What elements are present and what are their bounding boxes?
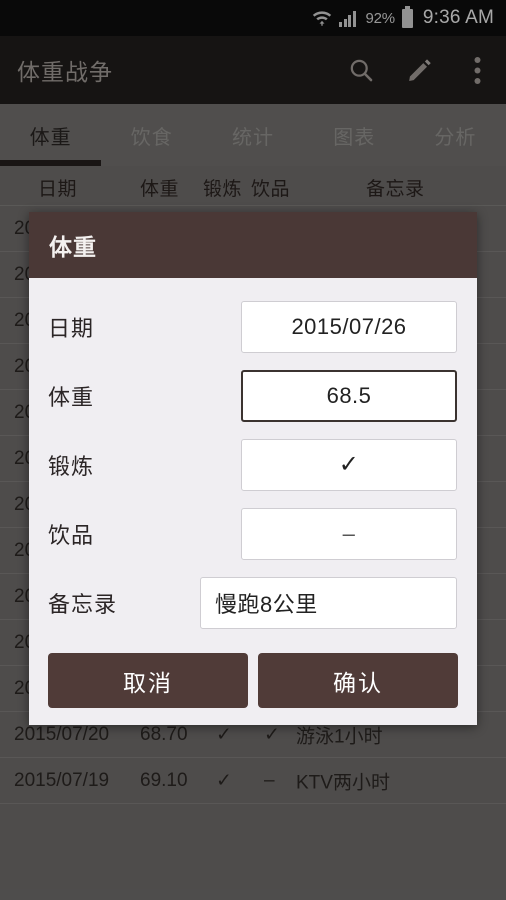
battery-percent-label: 92% [365,10,394,27]
status-bar-clock: 9:36 AM [423,7,494,29]
cell-exercise: ✓ [216,769,232,792]
cell-weight: 68.70 [140,724,188,746]
weight-entry-dialog: 体重 日期 2015/07/26 体重 68.5 锻炼 ✓ [29,212,477,725]
battery-icon [402,9,413,28]
tab-charts[interactable]: 图表 [304,104,405,166]
table-column-headers: 日期 体重 锻炼 饮品 备忘录 [0,166,506,206]
tab-diet[interactable]: 饮食 [101,104,202,166]
tab-stats[interactable]: 统计 [202,104,303,166]
cell-memo: 游泳1小时 [296,721,383,748]
field-label-date: 日期 [29,311,241,343]
cell-date: 2015/07/20 [14,724,109,746]
dialog-title: 体重 [29,212,477,278]
cell-memo: KTV两小时 [296,767,390,794]
app-title: 体重战争 [17,53,332,87]
field-row-date: 日期 2015/07/26 [29,292,477,361]
memo-input[interactable]: 慢跑8公里 [200,577,457,629]
cell-date: 2015/07/19 [14,770,109,792]
date-input[interactable]: 2015/07/26 [241,301,457,353]
tab-analysis[interactable]: 分析 [405,104,506,166]
field-row-drink: 饮品 – [29,499,477,568]
field-row-exercise: 锻炼 ✓ [29,430,477,499]
cell-drink: ✓ [264,723,280,746]
tab-weight[interactable]: 体重 [0,104,101,166]
column-header-drink: 饮品 [251,174,290,201]
drink-toggle[interactable]: – [241,508,457,560]
column-header-memo: 备忘录 [366,174,425,201]
overflow-menu-icon [474,56,481,85]
field-label-drink: 饮品 [29,518,241,550]
column-header-date: 日期 [38,174,77,201]
field-row-weight: 体重 68.5 [29,361,477,430]
cell-drink: – [264,770,275,792]
cellular-signal-icon [339,10,358,27]
column-header-exercise: 锻炼 [203,174,242,201]
field-label-exercise: 锻炼 [29,449,241,481]
exercise-toggle[interactable]: ✓ [241,439,457,491]
search-icon [348,57,375,84]
cell-weight: 69.10 [140,770,188,792]
cancel-button[interactable]: 取消 [48,653,248,708]
edit-icon [406,57,433,84]
phone-screen: 92% 9:36 AM 体重战争 [0,0,506,900]
status-bar: 92% 9:36 AM [0,0,506,36]
weight-input[interactable]: 68.5 [241,370,457,422]
field-row-memo: 备忘录 慢跑8公里 [29,568,477,637]
cell-exercise: ✓ [216,723,232,746]
tab-bar: 体重 饮食 统计 图表 分析 [0,104,506,166]
dialog-body: 日期 2015/07/26 体重 68.5 锻炼 ✓ 饮品 [29,278,477,645]
field-label-weight: 体重 [29,380,241,412]
search-button[interactable] [332,41,390,99]
field-label-memo: 备忘录 [29,587,200,619]
overflow-menu-button[interactable] [448,41,506,99]
app-bar: 体重战争 [0,36,506,104]
dialog-actions: 取消 确认 [29,645,477,725]
edit-button[interactable] [390,41,448,99]
table-row[interactable]: 2015/07/19 69.10 ✓ –KTV两小时 [0,758,506,804]
column-header-weight: 体重 [140,174,179,201]
wifi-icon [312,8,332,28]
confirm-button[interactable]: 确认 [258,653,458,708]
